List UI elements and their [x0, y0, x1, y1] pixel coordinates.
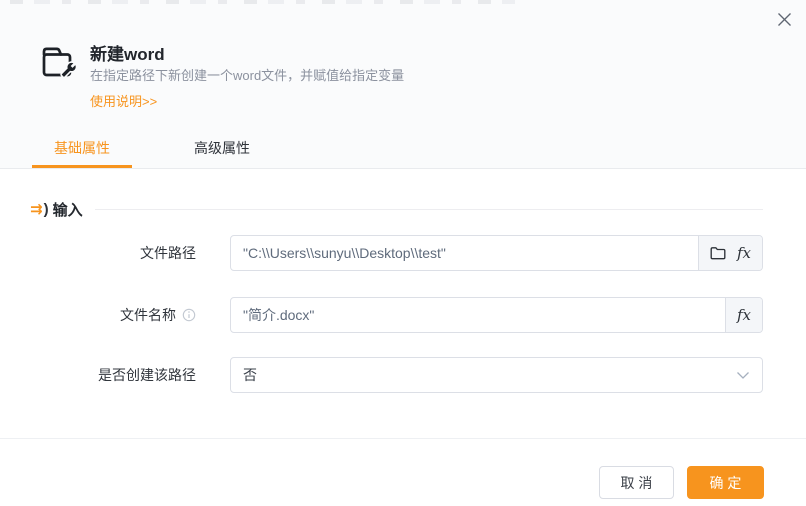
field-row-file-path: 文件路径 fx	[30, 235, 763, 271]
section-divider-line	[94, 208, 763, 210]
tab-basic-properties[interactable]: 基础属性	[32, 130, 132, 168]
input-section-title: 输入	[52, 201, 83, 219]
tab-advanced-properties[interactable]: 高级属性	[172, 130, 272, 168]
folder-icon[interactable]	[710, 246, 726, 260]
usage-help-link[interactable]: 使用说明>>	[90, 91, 157, 110]
field-row-create-path: 是否创建该路径 否	[30, 357, 763, 393]
fx-icon[interactable]: fx	[737, 245, 751, 261]
file-name-suffix: fx	[724, 298, 762, 332]
input-section-header: ⇉ ) 输入	[30, 199, 763, 219]
file-name-label-text: 文件名称	[120, 307, 176, 323]
create-path-select[interactable]: 否	[230, 357, 763, 393]
fx-icon[interactable]: fx	[737, 307, 751, 323]
confirm-button[interactable]: 确 定	[687, 466, 764, 499]
dialog-description: 在指定路径下新创建一个word文件，并赋值给指定变量	[90, 68, 405, 83]
word-folder-wrench-icon	[42, 47, 77, 79]
file-path-control: fx	[230, 235, 763, 271]
close-button[interactable]	[773, 8, 795, 30]
property-tabs: 基础属性 高级属性	[32, 130, 272, 168]
dialog-title: 新建word	[90, 45, 165, 64]
chevron-down-icon	[736, 358, 762, 392]
dialog-footer: 取 消 确 定	[599, 466, 764, 499]
footer-divider	[0, 438, 806, 439]
close-icon	[777, 12, 791, 26]
file-path-suffix: fx	[697, 236, 762, 270]
create-path-selected-value: 否	[243, 367, 257, 383]
file-path-label: 文件路径	[140, 245, 196, 261]
dialog-header: 新建word 在指定路径下新创建一个word文件，并赋值给指定变量 使用说明>>…	[0, 0, 806, 169]
background-window-remnant	[10, 0, 515, 4]
new-word-dialog: 新建word 在指定路径下新创建一个word文件，并赋值给指定变量 使用说明>>…	[0, 0, 806, 506]
file-name-input[interactable]	[231, 298, 725, 332]
info-icon[interactable]	[182, 308, 196, 322]
create-path-label: 是否创建该路径	[98, 367, 196, 383]
cancel-button[interactable]: 取 消	[599, 466, 674, 499]
file-name-control: fx	[230, 297, 763, 333]
file-path-input[interactable]	[231, 236, 698, 270]
file-name-label: 文件名称	[30, 297, 196, 333]
field-row-file-name: 文件名称 fx	[30, 297, 763, 333]
input-arrows-icon: ⇉	[30, 200, 43, 218]
input-paren-glyph: )	[43, 200, 49, 218]
